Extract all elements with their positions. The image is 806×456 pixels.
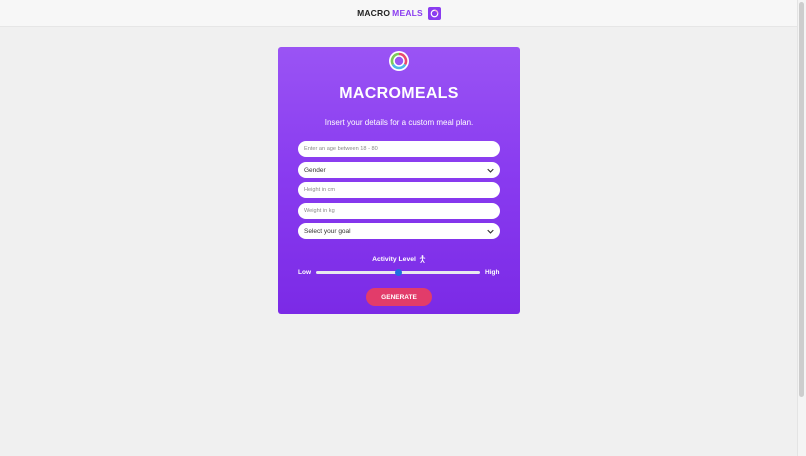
- slider-high-label: High: [485, 269, 500, 276]
- scrollbar-thumb[interactable]: [799, 2, 804, 397]
- activity-level-label: Activity Level: [372, 255, 416, 263]
- age-input[interactable]: Enter an age between 18 - 80: [298, 141, 500, 157]
- goal-select-value: Select your goal: [304, 227, 351, 235]
- generate-button[interactable]: GENERATE: [366, 288, 432, 306]
- brand-logo-link[interactable]: MACRO MEALS: [357, 6, 441, 20]
- slider-low-label: Low: [298, 269, 311, 276]
- chevron-down-icon: [487, 229, 494, 234]
- brand-text-macro: MACRO: [357, 8, 391, 18]
- gender-select[interactable]: Gender: [298, 162, 500, 178]
- page-scrollbar[interactable]: [797, 0, 806, 456]
- donut-chart-icon: [388, 50, 410, 72]
- activity-level-slider[interactable]: [316, 269, 480, 276]
- height-input[interactable]: Height in cm: [298, 182, 500, 198]
- top-navbar: MACRO MEALS: [0, 0, 798, 27]
- pie-chart-icon: [427, 6, 441, 20]
- page-subtitle: Insert your details for a custom meal pl…: [324, 118, 474, 127]
- gender-select-value: Gender: [304, 166, 326, 174]
- height-placeholder: Height in cm: [304, 187, 336, 193]
- running-person-icon: [419, 255, 426, 263]
- weight-placeholder: Weight in kg: [304, 208, 335, 214]
- page-title: MACROMEALS: [339, 85, 459, 102]
- activity-level-heading: Activity Level: [278, 255, 520, 263]
- chevron-down-icon: [487, 168, 494, 173]
- brand-text-meals: MEALS: [392, 8, 423, 18]
- slider-thumb[interactable]: [394, 269, 402, 276]
- age-placeholder: Enter an age between 18 - 80: [304, 146, 378, 152]
- goal-select[interactable]: Select your goal: [298, 223, 500, 239]
- weight-input[interactable]: Weight in kg: [298, 203, 500, 219]
- meal-plan-form-card: MACROMEALS Insert your details for a cus…: [278, 47, 520, 314]
